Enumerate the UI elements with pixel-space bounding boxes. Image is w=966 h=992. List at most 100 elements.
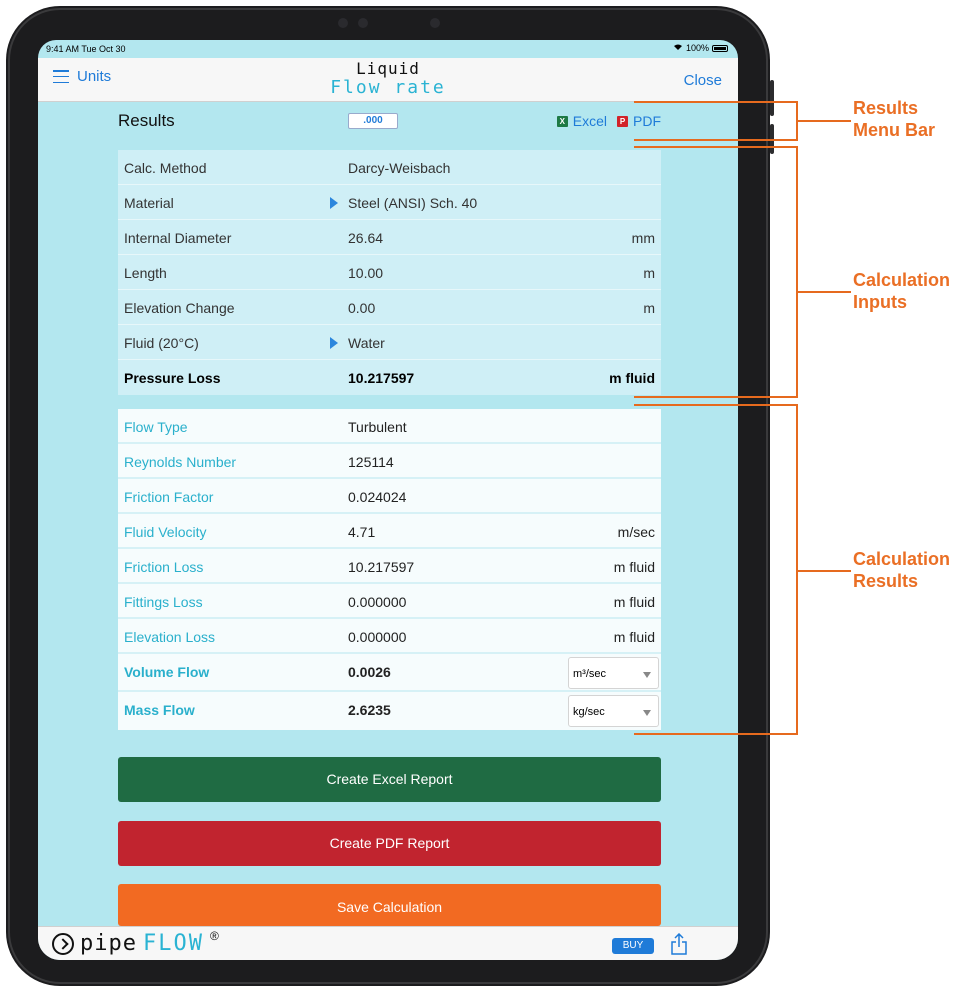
- results-menu-bar: Results .000 X Excel P PDF: [118, 104, 661, 134]
- result-label: Friction Loss: [124, 559, 204, 575]
- pdf-icon: P: [617, 115, 628, 127]
- input-row-pressure-loss: Pressure Loss 10.217597 m fluid: [118, 360, 661, 395]
- input-value: Steel (ANSI) Sch. 40: [348, 195, 478, 211]
- status-time: 9:41 AM Tue Oct 30: [46, 44, 126, 54]
- input-row-internal-diameter: Internal Diameter 26.64 mm: [118, 220, 661, 255]
- units-button[interactable]: Units: [53, 68, 111, 85]
- menu-icon: [53, 70, 69, 83]
- input-value: 26.64: [348, 230, 384, 246]
- input-label: Pressure Loss: [124, 370, 221, 386]
- create-pdf-report-button[interactable]: Create PDF Report: [118, 821, 661, 866]
- units-label: Units: [77, 68, 112, 85]
- input-unit: mm: [631, 230, 655, 246]
- result-row-friction-loss: Friction Loss 10.217597 m fluid: [118, 549, 661, 584]
- input-label: Calc. Method: [124, 160, 207, 176]
- annotation-calculation-results: Calculation Results: [853, 548, 950, 592]
- input-value: Darcy-Weisbach: [348, 160, 451, 176]
- result-value: 0.000000: [348, 629, 407, 645]
- annotation-line2: Results: [853, 571, 919, 591]
- dropdown-caret-icon: [643, 710, 651, 716]
- registered-mark: ®: [209, 928, 219, 943]
- result-unit: m/sec: [617, 524, 655, 540]
- input-label: Length: [124, 265, 167, 281]
- input-label: Material: [124, 195, 174, 211]
- input-label: Fluid (20°C): [124, 335, 199, 351]
- excel-label: Excel: [572, 113, 607, 129]
- result-unit: m fluid: [613, 629, 655, 645]
- camera-sensor: [358, 18, 368, 28]
- excel-export-button[interactable]: X Excel: [556, 113, 607, 129]
- mass-flow-unit-select[interactable]: kg/sec: [568, 695, 659, 727]
- wifi-icon: [673, 43, 683, 53]
- annotation-line2: Menu Bar: [853, 120, 936, 140]
- input-label: Elevation Change: [124, 300, 235, 316]
- result-value: 2.6235: [348, 702, 391, 718]
- buy-button[interactable]: BUY: [612, 938, 654, 954]
- logo-text-flow: FLOW: [142, 931, 204, 956]
- result-row-elevation-loss: Elevation Loss 0.000000 m fluid: [118, 619, 661, 654]
- close-button[interactable]: Close: [684, 72, 722, 89]
- input-value: 10.00: [348, 265, 384, 281]
- selected-unit: m³/sec: [573, 668, 606, 680]
- volume-flow-unit-select[interactable]: m³/sec: [568, 657, 659, 689]
- calculation-inputs: Calc. Method Darcy-Weisbach Material Ste…: [118, 150, 661, 395]
- input-unit: m: [643, 265, 655, 281]
- precision-button[interactable]: .000: [348, 113, 398, 129]
- app-title-line2: Flow rate: [330, 77, 446, 98]
- excel-icon: X: [556, 115, 568, 127]
- annotation-line1: Results: [853, 98, 919, 118]
- annotation-line1: Calculation: [853, 270, 951, 290]
- result-value: 0.000000: [348, 594, 407, 610]
- app-screen: 9:41 AM Tue Oct 30 100% Units Liquid Flo…: [38, 40, 738, 960]
- result-row-volume-flow: Volume Flow 0.0026 m³/sec: [118, 654, 661, 692]
- result-value: 0.0026: [348, 664, 391, 680]
- result-row-mass-flow: Mass Flow 2.6235 kg/sec: [118, 692, 661, 730]
- camera-sensor-2: [430, 18, 440, 28]
- result-label: Mass Flow: [124, 702, 195, 718]
- disclosure-arrow-icon: [330, 197, 338, 209]
- annotation-line2: Inputs: [853, 292, 907, 312]
- result-value: Turbulent: [348, 419, 407, 435]
- selected-unit: kg/sec: [573, 706, 605, 718]
- result-label: Elevation Loss: [124, 629, 216, 645]
- result-row-reynolds-number: Reynolds Number 125114: [118, 444, 661, 479]
- input-row-material[interactable]: Material Steel (ANSI) Sch. 40: [118, 185, 661, 220]
- create-excel-report-button[interactable]: Create Excel Report: [118, 757, 661, 802]
- result-label: Friction Factor: [124, 489, 214, 505]
- input-value: Water: [348, 335, 385, 351]
- result-value: 4.71: [348, 524, 376, 540]
- input-row-length: Length 10.00 m: [118, 255, 661, 290]
- result-value: 125114: [348, 454, 394, 470]
- result-label: Volume Flow: [124, 664, 210, 680]
- input-row-calc-method: Calc. Method Darcy-Weisbach: [118, 150, 661, 185]
- footer-bar: pipe FLOW ® BUY: [38, 926, 738, 960]
- logo-text-pipe: pipe: [80, 931, 137, 956]
- result-value: 10.217597: [348, 559, 415, 575]
- annotation-calculation-inputs: Calculation Inputs: [853, 269, 950, 313]
- status-bar: 9:41 AM Tue Oct 30 100%: [38, 40, 738, 58]
- input-value: 0.00: [348, 300, 376, 316]
- result-row-friction-factor: Friction Factor 0.024024: [118, 479, 661, 514]
- pipeflow-logo[interactable]: pipe FLOW ®: [52, 928, 219, 956]
- battery-percent: 100%: [685, 43, 709, 53]
- annotation-results-menu-bar: Results Menu Bar: [853, 97, 935, 141]
- front-camera: [338, 18, 348, 28]
- export-options: X Excel P PDF: [556, 113, 661, 129]
- app-title-line1: Liquid: [356, 59, 420, 78]
- annotation-line1: Calculation: [853, 549, 951, 569]
- dropdown-caret-icon: [643, 672, 651, 678]
- result-value: 0.024024: [348, 489, 407, 505]
- save-calculation-button[interactable]: Save Calculation: [118, 884, 661, 926]
- pdf-export-button[interactable]: P PDF: [617, 113, 661, 129]
- volume-button: [770, 80, 774, 116]
- battery-icon: [712, 44, 728, 52]
- result-unit: m fluid: [613, 559, 655, 575]
- input-label: Internal Diameter: [124, 230, 232, 246]
- input-row-fluid[interactable]: Fluid (20°C) Water: [118, 325, 661, 360]
- input-value: 10.217597: [348, 370, 415, 386]
- input-row-elevation-change: Elevation Change 0.00 m: [118, 290, 661, 325]
- result-label: Fittings Loss: [124, 594, 203, 610]
- result-label: Fluid Velocity: [124, 524, 207, 540]
- result-row-fittings-loss: Fittings Loss 0.000000 m fluid: [118, 584, 661, 619]
- share-icon[interactable]: [670, 932, 688, 955]
